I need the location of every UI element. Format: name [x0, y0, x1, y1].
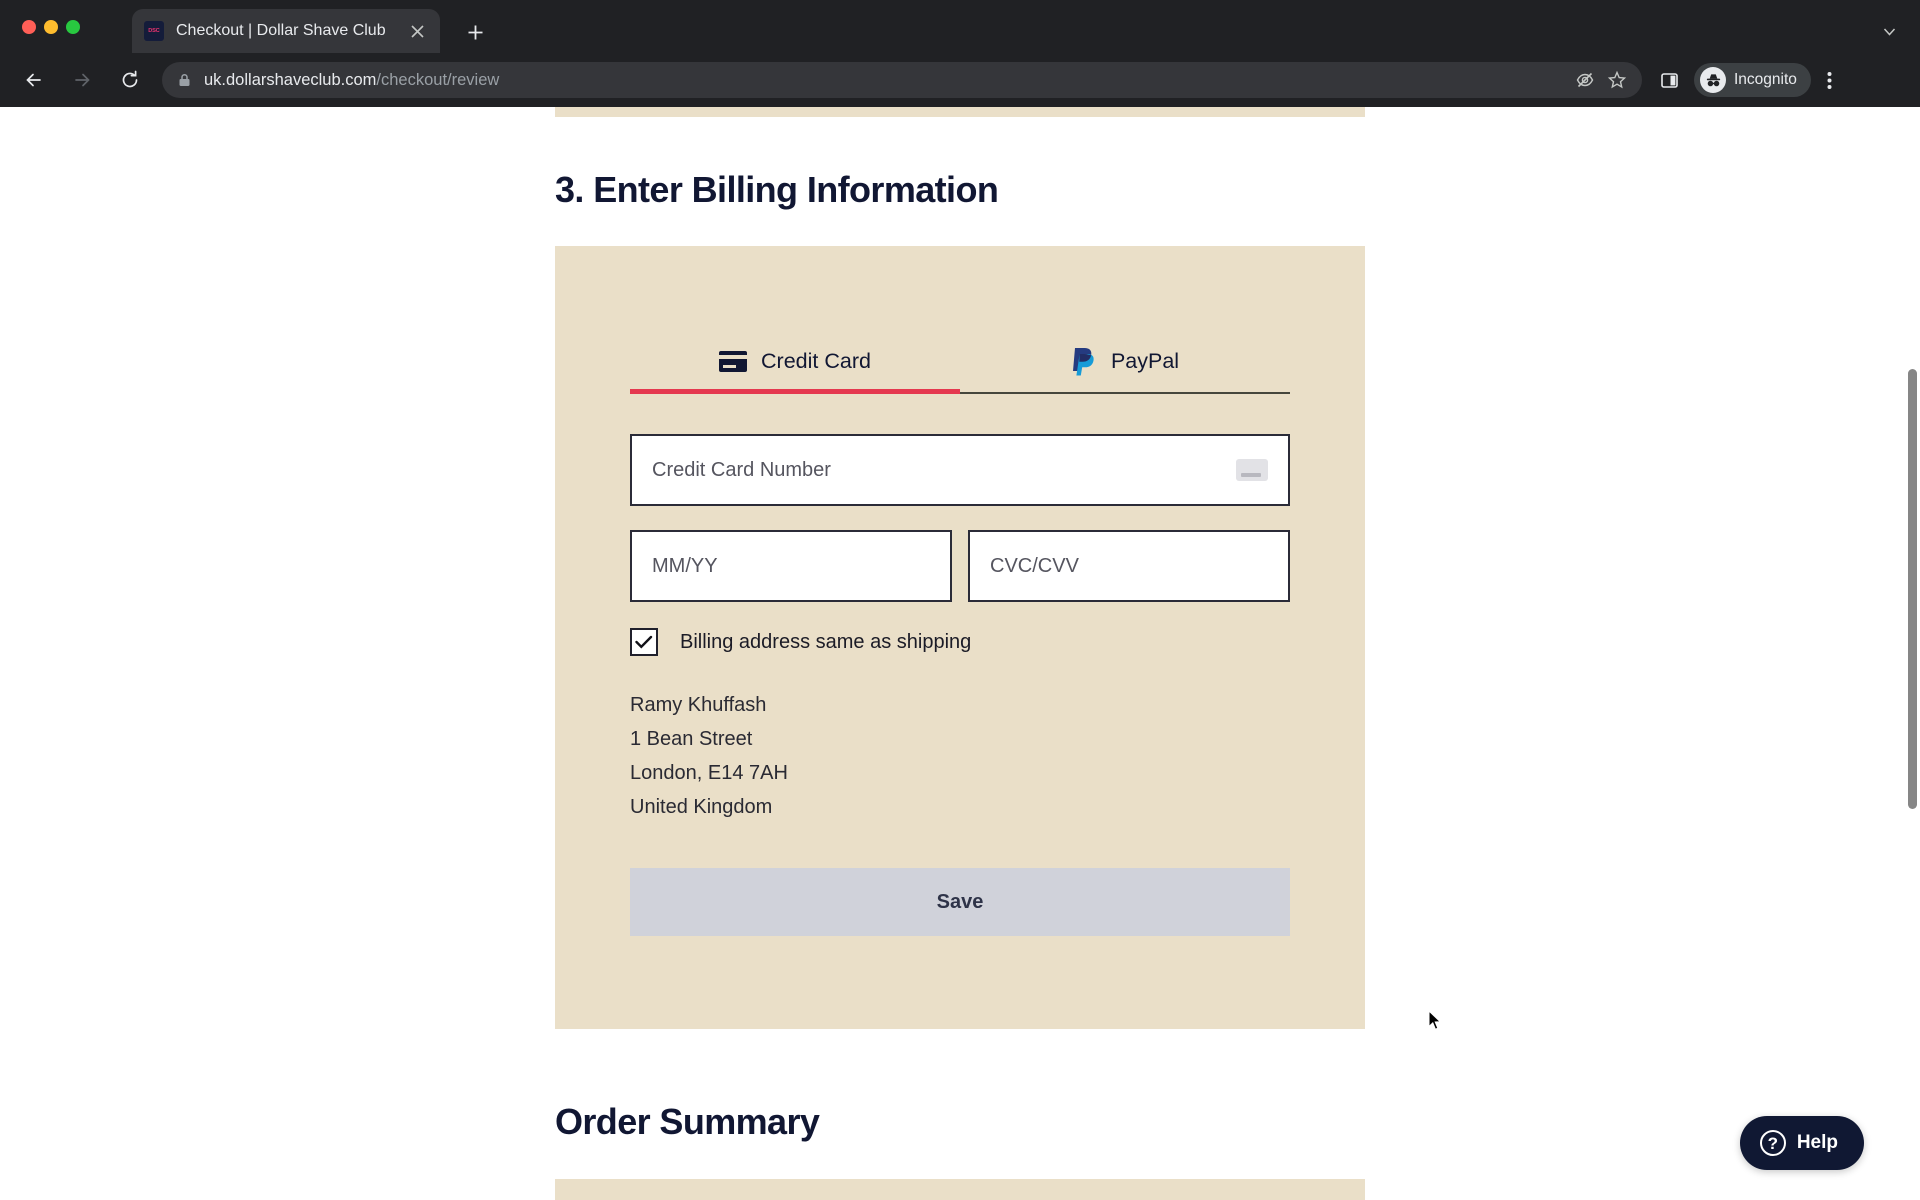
order-summary-panel: [555, 1179, 1365, 1200]
scrollbar-thumb[interactable]: [1908, 369, 1917, 809]
billing-same-as-shipping-row[interactable]: Billing address same as shipping: [630, 628, 1290, 656]
reload-icon[interactable]: [112, 62, 148, 98]
previous-section-panel-fragment: [555, 107, 1365, 117]
address-line: London, E14 7AH: [630, 762, 788, 784]
checkmark-icon: [635, 635, 653, 649]
close-window-button[interactable]: [22, 20, 36, 34]
credit-card-icon: [1236, 459, 1268, 481]
address-line: 1 Bean Street: [630, 728, 753, 750]
billing-same-checkbox-label: Billing address same as shipping: [680, 630, 972, 653]
incognito-icon: [1700, 67, 1726, 93]
tab-paypal-label: PayPal: [1110, 348, 1180, 373]
chevron-down-icon[interactable]: [1874, 16, 1904, 46]
toolbar-actions: Incognito: [1652, 63, 1847, 97]
card-expiry-cvc-row: MM/YY CVC/CVV: [630, 530, 1290, 602]
expiry-placeholder: MM/YY: [652, 554, 718, 577]
help-button-label: Help: [1796, 1132, 1838, 1153]
billing-same-checkbox[interactable]: [630, 628, 658, 656]
omnibox[interactable]: uk.dollarshaveclub.com/checkout/review: [162, 62, 1642, 98]
side-panel-icon[interactable]: [1652, 63, 1686, 97]
incognito-label: Incognito: [1734, 71, 1797, 88]
billing-information-panel: Credit Card PayPal Credit Card Number MM…: [555, 246, 1365, 1029]
tab-strip: DSC Checkout | Dollar Shave Club: [0, 0, 1920, 53]
url-path: /checkout/review: [376, 70, 500, 89]
paypal-logo-icon: [1071, 346, 1097, 376]
tab-title: Checkout | Dollar Shave Club: [176, 22, 386, 39]
plus-icon[interactable]: [460, 17, 490, 47]
favicon-label: DSC: [148, 28, 160, 34]
cvc-placeholder: CVC/CVV: [990, 554, 1079, 577]
arrow-right-icon[interactable]: [64, 62, 100, 98]
browser-tab[interactable]: DSC Checkout | Dollar Shave Club: [132, 9, 440, 53]
arrow-left-icon[interactable]: [16, 62, 52, 98]
checkout-content: 3. Enter Billing Information Credit Card: [555, 107, 1365, 1200]
omnibox-actions: [1570, 65, 1632, 95]
address-line: Ramy Khuffash: [630, 694, 767, 716]
page-viewport: 3. Enter Billing Information Credit Card: [0, 107, 1920, 1200]
billing-address-block: Ramy Khuffash 1 Bean Street London, E14 …: [630, 688, 1290, 824]
card-number-placeholder: Credit Card Number: [652, 458, 831, 481]
close-icon[interactable]: [406, 20, 428, 42]
mouse-cursor: [1428, 1009, 1442, 1032]
url-host: uk.dollarshaveclub.com: [204, 70, 377, 89]
page-title: 3. Enter Billing Information: [555, 169, 999, 210]
tab-credit-card[interactable]: Credit Card: [630, 346, 960, 394]
cvc-input[interactable]: CVC/CVV: [968, 530, 1290, 602]
order-summary-title: Order Summary: [555, 1101, 820, 1142]
favicon-icon: DSC: [144, 21, 164, 41]
tab-inactive-underline: [960, 392, 1290, 394]
tab-active-underline: [630, 389, 960, 394]
window-controls: [22, 20, 80, 34]
incognito-badge[interactable]: Incognito: [1694, 63, 1811, 97]
question-circle-icon: ?: [1759, 1130, 1786, 1156]
star-icon[interactable]: [1602, 65, 1632, 95]
credit-card-icon: [719, 350, 748, 372]
browser-toolbar: uk.dollarshaveclub.com/checkout/review I…: [0, 53, 1920, 107]
browser-chrome: DSC Checkout | Dollar Shave Club uk.doll…: [0, 0, 1920, 107]
tab-paypal[interactable]: PayPal: [960, 346, 1290, 394]
lock-icon: [176, 72, 192, 88]
page-scrollbar[interactable]: [1905, 107, 1920, 1200]
save-button[interactable]: Save: [630, 868, 1290, 936]
tab-credit-card-label: Credit Card: [761, 348, 871, 373]
eye-slash-icon[interactable]: [1570, 65, 1600, 95]
omnibox-url: uk.dollarshaveclub.com/checkout/review: [204, 71, 499, 90]
payment-method-tabs: Credit Card PayPal: [630, 246, 1290, 394]
maximize-window-button[interactable]: [66, 20, 80, 34]
minimize-window-button[interactable]: [44, 20, 58, 34]
browser-window: DSC Checkout | Dollar Shave Club uk.doll…: [0, 0, 1920, 1200]
three-dot-menu-icon[interactable]: [1813, 63, 1847, 97]
help-button[interactable]: ? Help: [1739, 1116, 1864, 1170]
address-line: United Kingdom: [630, 796, 773, 818]
card-number-input[interactable]: Credit Card Number: [630, 434, 1290, 506]
expiry-input[interactable]: MM/YY: [630, 530, 952, 602]
